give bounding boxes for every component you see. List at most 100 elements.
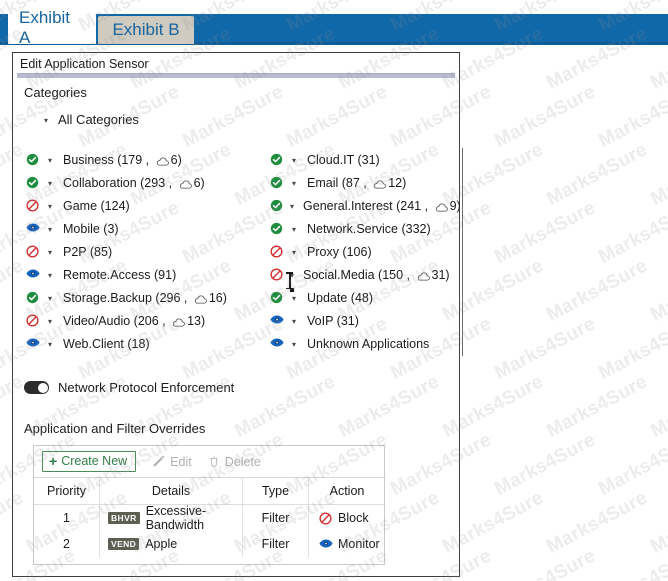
tab-exhibit-a[interactable]: Exhibit A <box>8 12 96 44</box>
watermark-text: Marks4Sure <box>595 197 668 268</box>
chevron-down-icon[interactable]: ▾ <box>290 272 294 280</box>
toggle-knob <box>38 383 48 393</box>
chevron-down-icon[interactable]: ▾ <box>290 295 298 303</box>
column-header-action[interactable]: Action <box>309 478 385 504</box>
category-label: Proxy (106) <box>307 245 372 259</box>
chevron-down-icon[interactable]: ▾ <box>46 295 54 303</box>
column-header-priority[interactable]: Priority <box>34 478 100 504</box>
cell-priority: 1 <box>34 505 100 531</box>
watermark-text: Marks4Sure <box>647 255 668 326</box>
monitor-eye-icon[interactable] <box>270 337 283 350</box>
chevron-down-icon[interactable]: ▾ <box>46 272 54 280</box>
cell-action: Block <box>309 505 385 531</box>
category-item-proxy[interactable]: ▾ Proxy (106) <box>270 240 446 263</box>
chevron-down-icon[interactable]: ▾ <box>46 203 54 211</box>
allow-check-icon[interactable] <box>270 291 283 304</box>
cell-type: Filter <box>243 505 309 531</box>
edit-label: Edit <box>170 455 192 469</box>
delete-button[interactable]: Delete <box>208 455 261 469</box>
category-label: Storage.Backup (296 , 16) <box>63 291 227 305</box>
allow-check-icon[interactable] <box>270 153 283 166</box>
category-item-business[interactable]: ▾Business (179 , 6) <box>26 148 270 171</box>
category-label: Cloud.IT (31) <box>307 153 380 167</box>
tab-exhibit-b[interactable]: Exhibit B <box>98 16 194 44</box>
chevron-down-icon[interactable]: ▾ <box>46 226 54 234</box>
category-item-storage-backup[interactable]: ▾ Storage.Backup (296 , 16) <box>26 286 270 309</box>
chevron-down-icon[interactable]: ▾ <box>42 117 50 125</box>
table-row[interactable]: 2VENDAppleFilterMonitor <box>34 531 386 557</box>
column-header-type[interactable]: Type <box>243 478 309 504</box>
category-item-general-interest[interactable]: ▾General.Interest (241 , 9) <box>270 194 446 217</box>
category-item-web-client[interactable]: ▾Web.Client (18) <box>26 332 270 355</box>
category-item-cloud-it[interactable]: ▾ Cloud.IT (31) <box>270 148 446 171</box>
block-deny-icon[interactable] <box>26 245 39 258</box>
cloud-icon <box>194 295 207 304</box>
network-protocol-enforcement-toggle[interactable] <box>24 381 49 394</box>
block-deny-icon[interactable] <box>319 512 332 525</box>
table-header-row: PriorityDetailsTypeAction <box>34 478 386 505</box>
chevron-down-icon[interactable]: ▾ <box>46 157 54 165</box>
category-item-remote-access[interactable]: ▾ Remote.Access (91) <box>26 263 270 286</box>
chevron-down-icon[interactable]: ▾ <box>46 249 54 257</box>
block-deny-icon[interactable] <box>26 199 39 212</box>
tab-exhibit-a-label: Exhibit A <box>19 8 85 48</box>
monitor-eye-icon[interactable] <box>26 222 39 235</box>
category-item-update[interactable]: ▾Update (48) <box>270 286 446 309</box>
monitor-eye-icon[interactable] <box>26 337 39 350</box>
watermark-text: Marks4Sure <box>543 487 651 558</box>
cloud-icon <box>156 157 169 166</box>
watermark-text: Marks4Sure <box>491 197 599 268</box>
allow-check-icon[interactable] <box>270 176 283 189</box>
watermark-text: Marks4Sure <box>595 429 668 500</box>
chevron-down-icon[interactable]: ▾ <box>290 341 298 349</box>
category-label: Video/Audio (206 , 13) <box>63 314 205 328</box>
chevron-down-icon[interactable]: ▾ <box>290 318 298 326</box>
chevron-down-icon[interactable]: ▾ <box>290 157 298 165</box>
categories-heading: Categories <box>24 85 87 100</box>
block-deny-icon[interactable] <box>270 268 283 281</box>
category-item-video-audio[interactable]: ▾ Video/Audio (206 , 13) <box>26 309 270 332</box>
network-protocol-enforcement-row[interactable]: Network Protocol Enforcement <box>24 380 234 395</box>
monitor-eye-icon[interactable] <box>319 538 332 551</box>
allow-check-icon[interactable] <box>26 291 39 304</box>
watermark-text: Marks4Sure <box>647 371 668 442</box>
monitor-eye-icon[interactable] <box>26 268 39 281</box>
category-item-network-service[interactable]: ▾Network.Service (332) <box>270 217 446 240</box>
action-text: Monitor <box>338 537 380 551</box>
cell-details: BHVRExcessive-Bandwidth <box>100 505 243 531</box>
category-item-social-media[interactable]: ▾Social.Media (150 , 31) <box>270 263 446 286</box>
type-badge: VEND <box>108 538 139 550</box>
block-deny-icon[interactable] <box>26 314 39 327</box>
cell-type: Filter <box>243 531 309 557</box>
chevron-down-icon[interactable]: ▾ <box>290 203 294 211</box>
table-row[interactable]: 1BHVRExcessive-BandwidthFilterBlock <box>34 505 386 531</box>
edit-button[interactable]: Edit <box>152 455 192 469</box>
category-item-game[interactable]: ▾Game (124) <box>26 194 270 217</box>
allow-check-icon[interactable] <box>270 222 283 235</box>
allow-check-icon[interactable] <box>26 153 39 166</box>
category-item-p2p[interactable]: ▾P2P (85) <box>26 240 270 263</box>
chevron-down-icon[interactable]: ▾ <box>46 180 54 188</box>
cell-action: Monitor <box>309 531 385 557</box>
category-item-collaboration[interactable]: ▾Collaboration (293 , 6) <box>26 171 270 194</box>
chevron-down-icon[interactable]: ▾ <box>290 249 298 257</box>
category-item-unknown-applications[interactable]: ▾Unknown Applications <box>270 332 446 355</box>
chevron-down-icon[interactable]: ▾ <box>290 180 298 188</box>
monitor-eye-icon[interactable] <box>270 314 283 327</box>
chevron-down-icon[interactable]: ▾ <box>46 318 54 326</box>
allow-check-icon[interactable] <box>270 199 283 212</box>
panel-title-divider <box>17 73 455 78</box>
category-item-mobile[interactable]: ▾Mobile (3) <box>26 217 270 240</box>
block-deny-icon[interactable] <box>270 245 283 258</box>
category-item-email[interactable]: ▾Email (87 , 12) <box>270 171 446 194</box>
details-text: Excessive-Bandwidth <box>146 504 242 532</box>
category-item-voip[interactable]: ▾VoIP (31) <box>270 309 446 332</box>
create-new-button[interactable]: + Create New <box>42 451 136 472</box>
network-protocol-enforcement-label: Network Protocol Enforcement <box>58 380 234 395</box>
category-label: Remote.Access (91) <box>63 268 176 282</box>
all-categories-row[interactable]: ▾ All Categories <box>42 112 139 127</box>
column-header-details[interactable]: Details <box>100 478 243 504</box>
chevron-down-icon[interactable]: ▾ <box>46 341 54 349</box>
chevron-down-icon[interactable]: ▾ <box>290 226 298 234</box>
allow-check-icon[interactable] <box>26 176 39 189</box>
